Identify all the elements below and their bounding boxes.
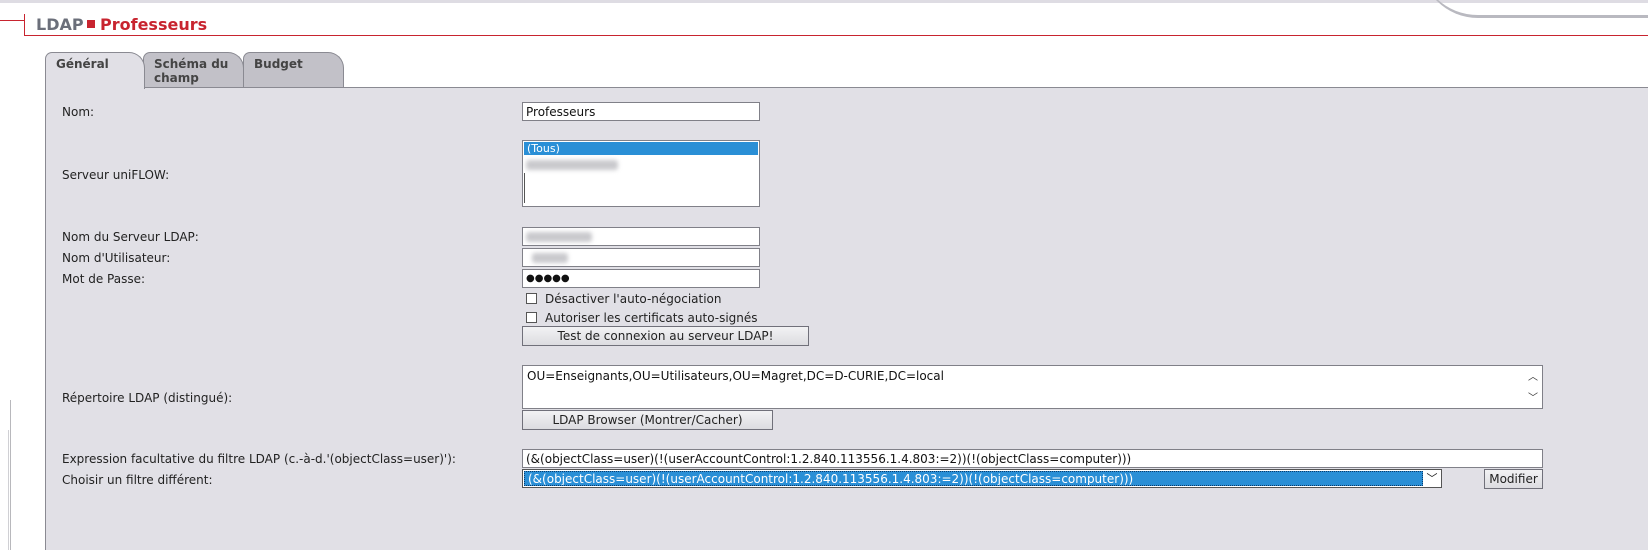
desactiver-auto-negociation-checkbox[interactable] <box>526 293 537 304</box>
redacted-text <box>526 231 592 242</box>
repertoire-value: OU=Enseignants,OU=Utilisateurs,OU=Magret… <box>527 369 944 383</box>
modifier-button[interactable]: Modifier <box>1484 469 1543 489</box>
nom-input[interactable] <box>522 102 760 121</box>
title-accent-vline <box>24 14 25 36</box>
list-item-redacted[interactable] <box>526 157 618 171</box>
tab-budget-label: Budget <box>254 57 303 71</box>
list-item-selected[interactable]: (Tous) <box>524 142 758 155</box>
page-title: Professeurs <box>100 15 208 34</box>
desactiver-auto-negociation-label: Désactiver l'auto-négociation <box>545 292 722 306</box>
utilisateur-input[interactable] <box>522 248 760 267</box>
scroll-down-icon[interactable]: ﹀ <box>1528 391 1538 406</box>
tab-general-label: Général <box>56 57 109 71</box>
tab-general[interactable]: Général <box>45 52 145 89</box>
filtre-label: Expression facultative du filtre LDAP (c… <box>62 452 456 466</box>
choisir-filtre-label: Choisir un filtre différent: <box>62 473 213 487</box>
serveur-ldap-label: Nom du Serveur LDAP: <box>62 230 199 244</box>
top-border <box>0 0 1648 3</box>
left-frame-edge-inner <box>0 430 9 550</box>
repertoire-textarea[interactable]: OU=Enseignants,OU=Utilisateurs,OU=Magret… <box>522 365 1543 409</box>
corner-decoration <box>1420 0 1648 18</box>
filtre-input[interactable] <box>522 449 1543 468</box>
choisir-filtre-selected-value: (&(objectClass=user)(!(userAccountContro… <box>524 471 1423 486</box>
tab-budget[interactable]: Budget <box>243 52 344 87</box>
ldap-browser-button[interactable]: LDAP Browser (Montrer/Cacher) <box>522 410 773 430</box>
serveur-ldap-input[interactable] <box>522 227 760 246</box>
tab-schema-label: Schéma du champ <box>154 57 229 85</box>
autoriser-certificats-checkbox[interactable] <box>526 312 537 323</box>
serveur-uniflow-label: Serveur uniFLOW: <box>62 168 170 182</box>
breadcrumb-separator-icon <box>87 20 95 28</box>
scroll-up-icon[interactable]: ︿ <box>1528 370 1538 385</box>
mot-de-passe-input[interactable]: ●●●●● <box>522 269 760 288</box>
tab-schema-du-champ[interactable]: Schéma du champ <box>143 52 244 87</box>
choisir-filtre-select[interactable]: (&(objectClass=user)(!(userAccountContro… <box>522 469 1442 488</box>
mot-de-passe-label: Mot de Passe: <box>62 272 146 286</box>
chevron-down-icon[interactable]: ﹀ <box>1425 470 1439 487</box>
breadcrumb-section: LDAP <box>36 15 84 34</box>
nom-label: Nom: <box>62 105 95 119</box>
list-cursor-line <box>524 173 525 203</box>
redacted-text <box>526 159 618 170</box>
test-connexion-button[interactable]: Test de connexion au serveur LDAP! <box>522 326 809 346</box>
repertoire-label: Répertoire LDAP (distingué): <box>62 391 233 405</box>
title-accent-line <box>0 20 24 21</box>
redacted-text <box>532 252 568 263</box>
utilisateur-label: Nom d'Utilisateur: <box>62 251 171 265</box>
title-underline <box>24 35 1648 36</box>
autoriser-certificats-label: Autoriser les certificats auto-signés <box>545 311 758 325</box>
serveur-uniflow-listbox[interactable]: (Tous) <box>522 140 760 207</box>
